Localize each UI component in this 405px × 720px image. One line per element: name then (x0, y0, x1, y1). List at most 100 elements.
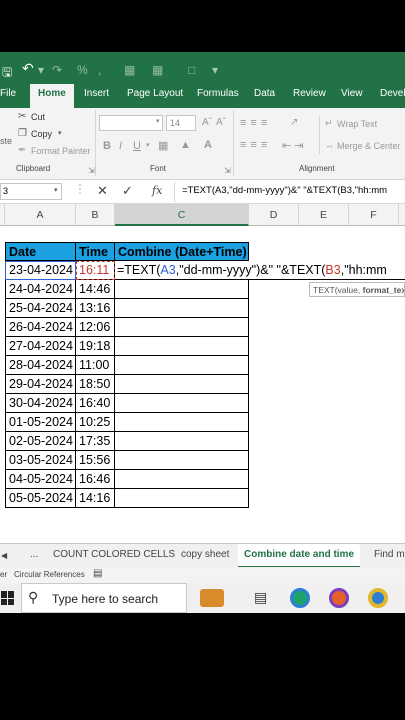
table-cell-time[interactable]: 17:35 (76, 432, 115, 451)
table-cell-date[interactable]: 25-04-2024 (5, 299, 76, 318)
border-icon[interactable]: ▦ (124, 63, 135, 77)
column-header-c[interactable]: C (115, 204, 249, 226)
circular-references[interactable]: Circular References (14, 570, 85, 579)
dialog-launcher-icon[interactable]: ⇲ (88, 166, 95, 175)
table-cell-combine[interactable] (115, 356, 249, 375)
table-cell-date[interactable]: 03-05-2024 (5, 451, 76, 470)
comma-icon[interactable]: , (98, 63, 101, 77)
sheet-tab-copy-sheet[interactable]: copy sheet (181, 549, 229, 560)
sheet-tab-count-colored-cells[interactable]: COUNT COLORED CELLS (53, 549, 175, 560)
column-header-e[interactable]: E (299, 204, 349, 226)
font-size-box[interactable]: 14 (166, 115, 196, 131)
tab-file[interactable]: File (0, 88, 16, 99)
italic-button[interactable]: I (119, 140, 122, 152)
shrink-font-icon[interactable]: Aˇ (216, 117, 226, 128)
chrome-icon[interactable] (368, 588, 388, 608)
copy-button[interactable]: Copy (31, 129, 52, 139)
underline-button[interactable]: U (133, 140, 141, 152)
table-cell-combine[interactable] (115, 318, 249, 337)
table-cell-combine[interactable] (115, 337, 249, 356)
table-cell-time[interactable]: 14:16 (76, 489, 115, 508)
percent-icon[interactable]: % (77, 63, 88, 77)
table-cell-time[interactable]: 11:00 (76, 356, 115, 375)
chevron-down-icon[interactable]: ▾ (54, 186, 58, 194)
chevron-down-icon[interactable]: ▾ (58, 129, 62, 137)
undo-icon[interactable]: ↶ (22, 60, 34, 77)
header-date[interactable]: Date (5, 242, 76, 261)
table-cell-date[interactable]: 01-05-2024 (5, 413, 76, 432)
paste-label[interactable]: ste (0, 136, 12, 146)
tab-data[interactable]: Data (254, 88, 275, 99)
chevron-down-icon[interactable]: ▾ (156, 117, 160, 125)
borders-icon[interactable]: ▦ (158, 139, 168, 152)
insert-function-button[interactable]: fx (152, 184, 162, 197)
table-cell-time[interactable]: 12:06 (76, 318, 115, 337)
tab-view[interactable]: View (341, 88, 363, 99)
wrap-text-button[interactable]: Wrap Text (337, 119, 377, 129)
task-view-icon[interactable]: ▤ (254, 589, 267, 606)
merge-center-button[interactable]: Merge & Center (337, 141, 401, 151)
sheet-tab-find[interactable]: Find m (374, 549, 405, 560)
table-cell-date[interactable]: 26-04-2024 (5, 318, 76, 337)
table-cell-date[interactable]: 29-04-2024 (5, 375, 76, 394)
tab-insert[interactable]: Insert (84, 88, 109, 99)
sheet-tab-more[interactable]: ... (30, 549, 38, 560)
tab-home[interactable]: Home (30, 84, 74, 110)
tab-formulas[interactable]: Formulas (197, 88, 239, 99)
tab-page-layout[interactable]: Page Layout (127, 88, 183, 99)
grow-font-icon[interactable]: Aˆ (202, 117, 212, 128)
table-cell-time[interactable]: 10:25 (76, 413, 115, 432)
table-cell-time[interactable]: 18:50 (76, 375, 115, 394)
name-box[interactable]: 3 (0, 183, 62, 200)
table-cell-combine[interactable] (115, 470, 249, 489)
table-cell-date[interactable]: 05-05-2024 (5, 489, 76, 508)
chevron-down-icon[interactable]: ▾ (146, 141, 150, 149)
briefcase-icon[interactable] (200, 589, 224, 607)
table-cell-combine[interactable] (115, 394, 249, 413)
search-box[interactable]: ⚲ Type here to search (21, 583, 187, 613)
edge-icon[interactable] (290, 588, 310, 608)
table-cell-date[interactable]: 04-05-2024 (5, 470, 76, 489)
table-cell-combine[interactable] (115, 413, 249, 432)
font-color-icon[interactable]: A (204, 139, 212, 151)
column-header-d[interactable]: D (249, 204, 299, 226)
windows-start-icon[interactable] (1, 591, 15, 605)
column-header-b[interactable]: B (76, 204, 115, 226)
dialog-launcher-icon[interactable]: ⇲ (224, 166, 231, 175)
save-icon[interactable]: 🖫 (2, 63, 12, 84)
tooltip-bold-arg[interactable]: format_tex (363, 285, 404, 295)
table-cell-combine[interactable] (115, 451, 249, 470)
redo-icon[interactable]: ↷ (52, 63, 62, 77)
vertical-align-icons[interactable]: ≡≡≡ (240, 117, 271, 129)
table-cell-time[interactable]: 13:16 (76, 299, 115, 318)
format-painter-button[interactable]: Format Painter (31, 146, 91, 156)
fill-color-icon[interactable]: ▲ (180, 139, 191, 151)
table-cell-combine[interactable] (115, 280, 249, 299)
table-cell-date[interactable]: 27-04-2024 (5, 337, 76, 356)
table-cell-time[interactable]: 16:46 (76, 470, 115, 489)
header-time[interactable]: Time (76, 242, 115, 261)
table-cell-time[interactable]: 14:46 (76, 280, 115, 299)
accessibility-icon[interactable]: ▤ (93, 568, 102, 579)
tab-developer[interactable]: Develo (380, 88, 405, 99)
firefox-icon[interactable] (329, 588, 349, 608)
table-cell-date[interactable]: 24-04-2024 (5, 280, 76, 299)
orientation-icon[interactable]: ↗ (290, 117, 298, 128)
tab-review[interactable]: Review (293, 88, 326, 99)
cancel-icon[interactable]: ✕ (97, 183, 108, 199)
table-cell-combine[interactable] (115, 432, 249, 451)
table-cell-combine[interactable] (115, 375, 249, 394)
table-cell-time[interactable]: 19:18 (76, 337, 115, 356)
cut-button[interactable]: Cut (31, 112, 45, 122)
scroll-tabs-left-icon[interactable]: ◀ (1, 551, 7, 560)
column-header-g[interactable] (399, 204, 405, 226)
enter-icon[interactable]: ✓ (122, 183, 133, 199)
font-name-box[interactable] (99, 115, 163, 131)
table-cell-date[interactable]: 02-05-2024 (5, 432, 76, 451)
table-cell-date[interactable]: 28-04-2024 (5, 356, 76, 375)
indent-icons[interactable]: ⇤⇥ (282, 139, 306, 152)
bold-button[interactable]: B (103, 140, 111, 152)
fill-icon[interactable]: □ (188, 63, 195, 77)
table-cell-combine[interactable] (115, 489, 249, 508)
sheet-tab-combine-date-and-time[interactable]: Combine date and time (238, 544, 361, 568)
